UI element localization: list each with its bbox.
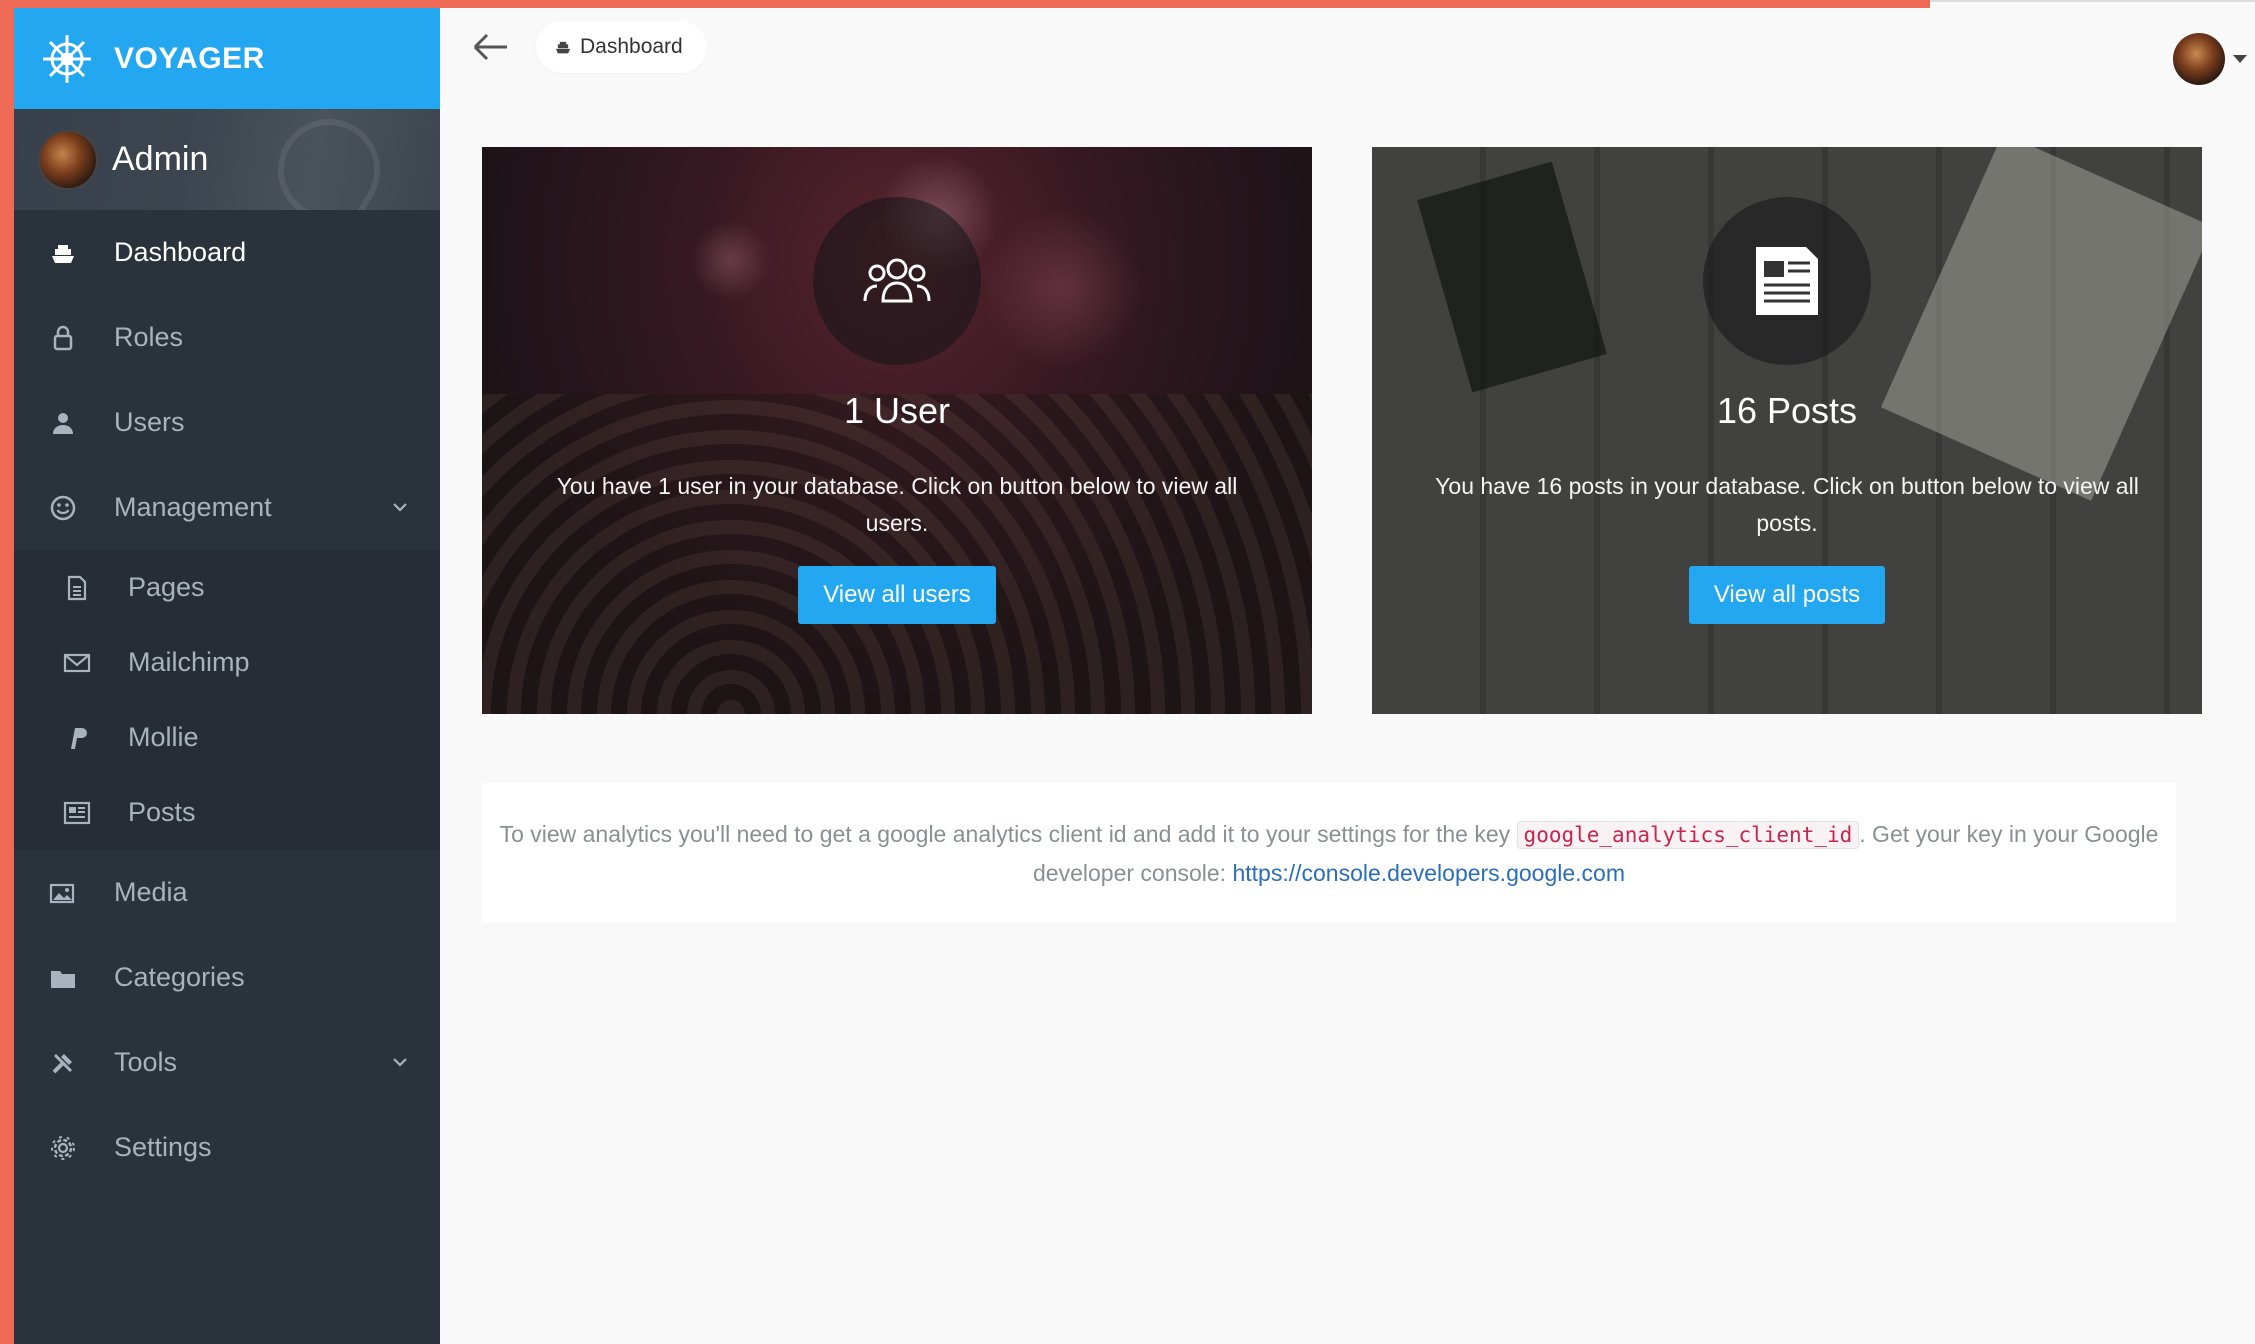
sidebar-item-label: Media xyxy=(114,877,188,907)
sidebar-item-posts[interactable]: Posts xyxy=(14,775,440,850)
breadcrumb[interactable]: Dashboard xyxy=(536,21,707,73)
sidebar-item-mollie[interactable]: Mollie xyxy=(14,700,440,775)
breadcrumb-label: Dashboard xyxy=(580,35,683,58)
sidebar-menu: Dashboard Roles Users Management xyxy=(14,210,440,550)
users-card: 1 User You have 1 user in your database.… xyxy=(482,147,1312,714)
google-console-link[interactable]: https://console.developers.google.com xyxy=(1232,860,1625,886)
folder-icon xyxy=(48,963,78,993)
card-text: You have 1 user in your database. Click … xyxy=(556,473,1238,536)
caret-down-icon xyxy=(2233,55,2247,63)
analytics-text: To view analytics you'll need to get a g… xyxy=(499,821,1517,847)
analytics-key-code: google_analytics_client_id xyxy=(1516,821,1860,849)
gear-icon xyxy=(48,1133,78,1163)
analytics-notice: To view analytics you'll need to get a g… xyxy=(482,783,2176,923)
sidebar-item-media[interactable]: Media xyxy=(14,850,440,935)
chevron-down-icon[interactable] xyxy=(390,1052,410,1072)
sidebar-item-categories[interactable]: Categories xyxy=(14,935,440,1020)
top-bar: Dashboard xyxy=(440,8,2255,86)
sidebar-item-label: Management xyxy=(114,492,272,522)
sidebar-item-management[interactable]: Management xyxy=(14,465,440,550)
sidebar-item-mailchimp[interactable]: Mailchimp xyxy=(14,625,440,700)
sidebar-item-settings[interactable]: Settings xyxy=(14,1105,440,1190)
card-body: 1 User You have 1 user in your database.… xyxy=(482,197,1312,624)
smiley-icon xyxy=(48,493,78,523)
file-icon xyxy=(62,573,92,603)
app-frame: VOYAGER Admin Dashboard Roles Users Mana… xyxy=(14,8,2255,1344)
tools-icon xyxy=(48,1048,78,1078)
sidebar-menu-lower: Media Categories Tools Settings xyxy=(14,850,440,1190)
ship-wheel-icon xyxy=(43,34,91,83)
top-border xyxy=(0,0,1930,8)
profile-name: Admin xyxy=(112,140,209,178)
top-border-rest xyxy=(1930,0,2255,8)
news-icon xyxy=(62,798,92,828)
lock-icon xyxy=(48,323,78,353)
arrow-left-icon xyxy=(473,33,507,61)
user-menu[interactable] xyxy=(2173,33,2247,85)
sidebar: VOYAGER Admin Dashboard Roles Users Mana… xyxy=(14,8,440,1344)
newspaper-icon xyxy=(1756,247,1818,315)
person-icon xyxy=(48,408,78,438)
images-icon xyxy=(48,878,78,908)
posts-card: 16 Posts You have 16 posts in your datab… xyxy=(1372,147,2202,714)
brand-bar[interactable]: VOYAGER xyxy=(14,8,440,109)
view-all-users-button[interactable]: View all users xyxy=(798,566,996,624)
boat-icon xyxy=(48,238,78,268)
sidebar-item-roles[interactable]: Roles xyxy=(14,295,440,380)
card-icon-circle xyxy=(1703,197,1871,365)
brand-name: VOYAGER xyxy=(114,41,265,75)
sidebar-item-label: Dashboard xyxy=(114,237,247,267)
sidebar-item-users[interactable]: Users xyxy=(14,380,440,465)
management-submenu: Pages Mailchimp Mollie Posts xyxy=(14,550,440,850)
main-content: Dashboard 1 User You have 1 user in your… xyxy=(440,8,2255,1344)
avatar xyxy=(38,129,98,190)
card-title: 1 User xyxy=(843,390,951,431)
sidebar-item-dashboard[interactable]: Dashboard xyxy=(14,210,440,295)
profile-header[interactable]: Admin xyxy=(14,109,440,210)
sidebar-item-label: Tools xyxy=(114,1047,178,1077)
envelope-icon xyxy=(62,648,92,678)
sidebar-item-label: Users xyxy=(114,407,185,437)
chevron-down-icon[interactable] xyxy=(390,497,410,517)
sidebar-item-label: Settings xyxy=(114,1132,212,1162)
sidebar-item-pages[interactable]: Pages xyxy=(14,550,440,625)
card-text: You have 16 posts in your database. Clic… xyxy=(1435,473,2139,536)
card-icon-circle xyxy=(813,197,981,365)
sidebar-item-label: Categories xyxy=(114,962,245,992)
avatar xyxy=(2173,33,2225,85)
card-body: 16 Posts You have 16 posts in your datab… xyxy=(1372,197,2202,624)
card-title: 16 Posts xyxy=(1716,390,1858,431)
back-button[interactable] xyxy=(470,27,510,67)
people-icon xyxy=(863,258,931,303)
sidebar-item-label: Mailchimp xyxy=(128,647,250,677)
sidebar-item-label: Roles xyxy=(114,322,184,352)
boat-icon xyxy=(555,41,571,54)
sidebar-item-tools[interactable]: Tools xyxy=(14,1020,440,1105)
view-all-posts-button[interactable]: View all posts xyxy=(1688,566,1886,624)
dashboard-cards: 1 User You have 1 user in your database.… xyxy=(482,147,2203,714)
paypal-icon xyxy=(62,723,92,753)
sidebar-item-label: Mollie xyxy=(128,722,199,752)
sidebar-item-label: Posts xyxy=(128,797,196,827)
sidebar-item-label: Pages xyxy=(128,572,205,602)
